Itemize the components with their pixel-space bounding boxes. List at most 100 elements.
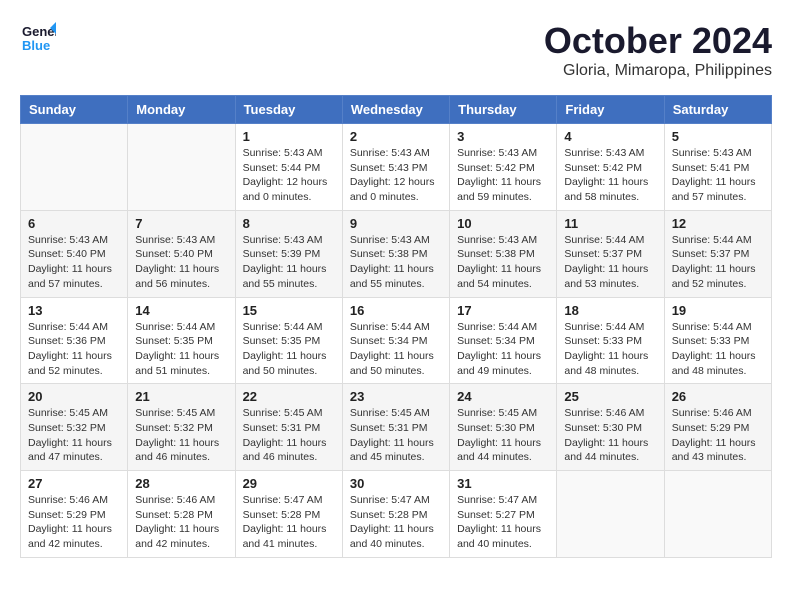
day-info: Sunrise: 5:46 AM Sunset: 5:28 PM Dayligh… <box>135 493 227 552</box>
table-cell: 18Sunrise: 5:44 AM Sunset: 5:33 PM Dayli… <box>557 297 664 384</box>
calendar-table: Sunday Monday Tuesday Wednesday Thursday… <box>20 95 772 558</box>
calendar-week-3: 13 Sunrise: 5:44 AM Sunset: 5:36 PM Dayli… <box>21 297 772 384</box>
day-number: 2 <box>350 129 442 144</box>
day-number: 4 <box>564 129 656 144</box>
day-number: 11 <box>564 216 656 231</box>
day-info: Sunrise: 5:43 AM Sunset: 5:41 PM Dayligh… <box>672 146 764 205</box>
calendar-week-2: 6 Sunrise: 5:43 AM Sunset: 5:40 PM Daylig… <box>21 210 772 297</box>
logo-icon: General Blue <box>20 20 56 56</box>
day-info: Sunrise: 5:44 AM Sunset: 5:33 PM Dayligh… <box>672 320 764 379</box>
calendar-week-4: 20 Sunrise: 5:45 AM Sunset: 5:32 PM Dayli… <box>21 384 772 471</box>
table-cell: 30 Sunrise: 5:47 AM Sunset: 5:28 PM Dayli… <box>342 471 449 558</box>
day-number: 10 <box>457 216 549 231</box>
day-number: 21 <box>135 389 227 404</box>
col-tuesday: Tuesday <box>235 96 342 124</box>
day-info: Sunrise: 5:47 AM Sunset: 5:28 PM Dayligh… <box>243 493 335 552</box>
day-info: Sunrise: 5:44 AM Sunset: 5:37 PM Dayligh… <box>672 233 764 292</box>
table-cell: 16 Sunrise: 5:44 AM Sunset: 5:34 PM Dayli… <box>342 297 449 384</box>
col-saturday: Saturday <box>664 96 771 124</box>
table-cell: 20Sunrise: 5:45 AM Sunset: 5:32 PM Dayli… <box>21 384 128 471</box>
day-info: Sunrise: 5:47 AM Sunset: 5:27 PM Dayligh… <box>457 493 549 552</box>
table-cell: 8Sunrise: 5:43 AM Sunset: 5:39 PM Daylig… <box>235 210 342 297</box>
svg-text:Blue: Blue <box>22 38 50 53</box>
table-cell <box>664 471 771 558</box>
day-number: 3 <box>457 129 549 144</box>
day-info: Sunrise: 5:43 AM Sunset: 5:38 PM Dayligh… <box>457 233 549 292</box>
table-cell: 29 Sunrise: 5:47 AM Sunset: 5:28 PM Dayli… <box>235 471 342 558</box>
svg-text:General: General <box>22 24 56 39</box>
day-info: Sunrise: 5:44 AM Sunset: 5:36 PM Dayligh… <box>28 320 120 379</box>
title-block: October 2024 Gloria, Mimaropa, Philippin… <box>544 20 772 80</box>
day-info: Sunrise: 5:43 AM Sunset: 5:44 PM Dayligh… <box>243 146 335 205</box>
day-number: 1 <box>243 129 335 144</box>
table-cell: 31 Sunrise: 5:47 AM Sunset: 5:27 PM Dayli… <box>450 471 557 558</box>
day-info: Sunrise: 5:44 AM Sunset: 5:35 PM Dayligh… <box>243 320 335 379</box>
day-number: 15 <box>243 303 335 318</box>
day-number: 25 <box>564 389 656 404</box>
day-info: Sunrise: 5:44 AM Sunset: 5:34 PM Dayligh… <box>457 320 549 379</box>
calendar-week-5: 27Sunrise: 5:46 AM Sunset: 5:29 PM Dayli… <box>21 471 772 558</box>
day-info: Sunrise: 5:43 AM Sunset: 5:42 PM Dayligh… <box>564 146 656 205</box>
page-header: General Blue October 2024 Gloria, Mimaro… <box>20 20 772 80</box>
day-number: 26 <box>672 389 764 404</box>
day-number: 22 <box>243 389 335 404</box>
calendar-week-1: 1 Sunrise: 5:43 AM Sunset: 5:44 PM Daylig… <box>21 124 772 211</box>
table-cell: 22 Sunrise: 5:45 AM Sunset: 5:31 PM Dayli… <box>235 384 342 471</box>
calendar-header-row: Sunday Monday Tuesday Wednesday Thursday… <box>21 96 772 124</box>
day-number: 29 <box>243 476 335 491</box>
table-cell: 12 Sunrise: 5:44 AM Sunset: 5:37 PM Dayli… <box>664 210 771 297</box>
day-info: Sunrise: 5:44 AM Sunset: 5:34 PM Dayligh… <box>350 320 442 379</box>
day-info: Sunrise: 5:44 AM Sunset: 5:35 PM Dayligh… <box>135 320 227 379</box>
day-number: 12 <box>672 216 764 231</box>
table-cell: 27Sunrise: 5:46 AM Sunset: 5:29 PM Dayli… <box>21 471 128 558</box>
day-number: 13 <box>28 303 120 318</box>
day-info: Sunrise: 5:45 AM Sunset: 5:31 PM Dayligh… <box>243 406 335 465</box>
table-cell: 19 Sunrise: 5:44 AM Sunset: 5:33 PM Dayli… <box>664 297 771 384</box>
col-monday: Monday <box>128 96 235 124</box>
day-info: Sunrise: 5:45 AM Sunset: 5:30 PM Dayligh… <box>457 406 549 465</box>
day-info: Sunrise: 5:44 AM Sunset: 5:33 PM Dayligh… <box>564 320 656 379</box>
table-cell: 21 Sunrise: 5:45 AM Sunset: 5:32 PM Dayli… <box>128 384 235 471</box>
day-number: 14 <box>135 303 227 318</box>
table-cell: 7 Sunrise: 5:43 AM Sunset: 5:40 PM Daylig… <box>128 210 235 297</box>
table-cell: 28 Sunrise: 5:46 AM Sunset: 5:28 PM Dayli… <box>128 471 235 558</box>
table-cell: 11 Sunrise: 5:44 AM Sunset: 5:37 PM Dayli… <box>557 210 664 297</box>
table-cell: 26Sunrise: 5:46 AM Sunset: 5:29 PM Dayli… <box>664 384 771 471</box>
day-info: Sunrise: 5:47 AM Sunset: 5:28 PM Dayligh… <box>350 493 442 552</box>
day-info: Sunrise: 5:46 AM Sunset: 5:29 PM Dayligh… <box>28 493 120 552</box>
day-info: Sunrise: 5:44 AM Sunset: 5:37 PM Dayligh… <box>564 233 656 292</box>
table-cell: 17 Sunrise: 5:44 AM Sunset: 5:34 PM Dayli… <box>450 297 557 384</box>
day-number: 28 <box>135 476 227 491</box>
table-cell <box>128 124 235 211</box>
table-cell <box>21 124 128 211</box>
table-cell: 23Sunrise: 5:45 AM Sunset: 5:31 PM Dayli… <box>342 384 449 471</box>
day-info: Sunrise: 5:43 AM Sunset: 5:38 PM Dayligh… <box>350 233 442 292</box>
day-number: 7 <box>135 216 227 231</box>
table-cell: 15 Sunrise: 5:44 AM Sunset: 5:35 PM Dayli… <box>235 297 342 384</box>
table-cell: 9 Sunrise: 5:43 AM Sunset: 5:38 PM Daylig… <box>342 210 449 297</box>
day-number: 19 <box>672 303 764 318</box>
table-cell: 14 Sunrise: 5:44 AM Sunset: 5:35 PM Dayli… <box>128 297 235 384</box>
day-info: Sunrise: 5:43 AM Sunset: 5:40 PM Dayligh… <box>135 233 227 292</box>
day-number: 20 <box>28 389 120 404</box>
day-number: 31 <box>457 476 549 491</box>
day-info: Sunrise: 5:43 AM Sunset: 5:43 PM Dayligh… <box>350 146 442 205</box>
table-cell: 3 Sunrise: 5:43 AM Sunset: 5:42 PM Daylig… <box>450 124 557 211</box>
day-number: 6 <box>28 216 120 231</box>
day-number: 16 <box>350 303 442 318</box>
day-info: Sunrise: 5:46 AM Sunset: 5:30 PM Dayligh… <box>564 406 656 465</box>
day-number: 9 <box>350 216 442 231</box>
day-info: Sunrise: 5:43 AM Sunset: 5:42 PM Dayligh… <box>457 146 549 205</box>
day-number: 17 <box>457 303 549 318</box>
day-number: 30 <box>350 476 442 491</box>
day-info: Sunrise: 5:43 AM Sunset: 5:39 PM Dayligh… <box>243 233 335 292</box>
col-friday: Friday <box>557 96 664 124</box>
day-info: Sunrise: 5:45 AM Sunset: 5:32 PM Dayligh… <box>135 406 227 465</box>
day-number: 24 <box>457 389 549 404</box>
day-number: 5 <box>672 129 764 144</box>
table-cell: 2 Sunrise: 5:43 AM Sunset: 5:43 PM Daylig… <box>342 124 449 211</box>
table-cell: 24 Sunrise: 5:45 AM Sunset: 5:30 PM Dayli… <box>450 384 557 471</box>
col-thursday: Thursday <box>450 96 557 124</box>
logo: General Blue <box>20 20 56 56</box>
day-number: 23 <box>350 389 442 404</box>
